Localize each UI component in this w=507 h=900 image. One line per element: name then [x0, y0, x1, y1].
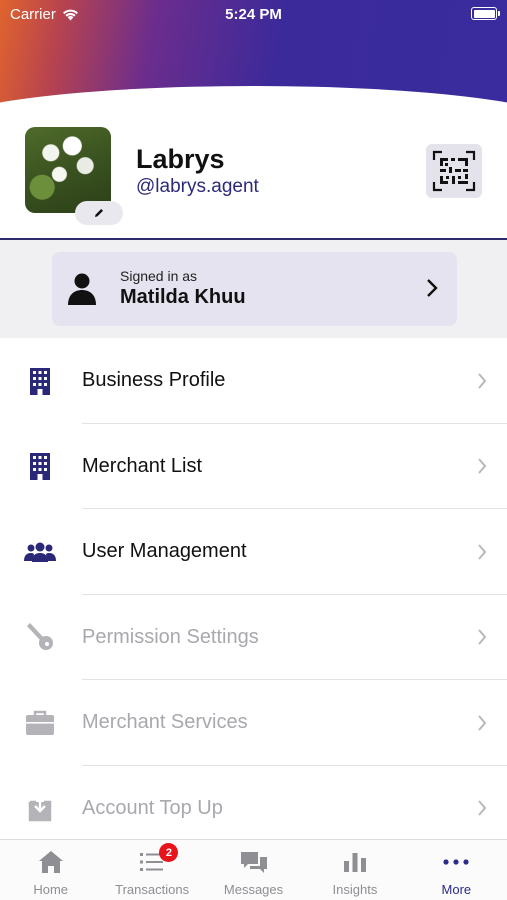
tab-bar: Home 2 Transactions Messages Insights Mo… — [0, 839, 507, 900]
tab-label: Insights — [332, 882, 378, 897]
menu-label: Merchant List — [82, 454, 203, 477]
signed-in-label: Signed in as — [120, 268, 198, 284]
signed-in-card[interactable]: Signed in as Matilda Khuu — [52, 252, 457, 326]
menu-item-permission-settings[interactable]: Permission Settings — [0, 595, 507, 681]
battery-icon — [471, 7, 500, 20]
signed-in-section: Signed in as Matilda Khuu — [0, 240, 507, 338]
tab-messages[interactable]: Messages — [203, 840, 304, 900]
tab-label: Home — [33, 882, 69, 897]
more-dots-icon — [441, 849, 471, 875]
menu-label: Merchant Services — [82, 711, 248, 734]
tab-transactions[interactable]: 2 Transactions — [101, 840, 202, 900]
tab-home[interactable]: Home — [0, 840, 101, 900]
menu-item-merchant-services[interactable]: Merchant Services — [0, 680, 507, 766]
chevron-right-icon — [478, 373, 487, 389]
tab-label: Transactions — [115, 882, 190, 897]
chevron-right-icon — [478, 800, 487, 816]
menu-item-merchant-list[interactable]: Merchant List — [0, 424, 507, 510]
status-bar: Carrier 5:24 PM — [0, 0, 507, 28]
profile-name: Labrys — [136, 144, 225, 174]
pencil-icon — [95, 209, 103, 217]
status-time: 5:24 PM — [225, 6, 282, 23]
home-icon — [36, 849, 66, 875]
chevron-right-icon — [478, 629, 487, 645]
tab-more[interactable]: More — [406, 840, 507, 900]
menu-label: User Management — [82, 540, 247, 563]
menu-item-user-management[interactable]: User Management — [0, 509, 507, 595]
settings-menu: Business Profile Merchant List User Mana… — [0, 338, 507, 851]
briefcase-icon — [24, 708, 56, 738]
download-box-icon — [24, 793, 56, 823]
profile-handle: @labrys.agent — [136, 176, 259, 197]
qr-code-button[interactable] — [426, 144, 482, 198]
qr-code-icon — [432, 150, 476, 192]
chevron-right-icon — [427, 279, 438, 297]
users-icon — [24, 537, 56, 567]
tab-label: More — [441, 882, 472, 897]
chat-bubbles-icon — [239, 849, 269, 875]
tab-insights[interactable]: Insights — [304, 840, 405, 900]
building-icon — [24, 366, 56, 396]
bar-chart-icon — [340, 849, 370, 875]
profile-header: Labrys @labrys.agent — [0, 112, 507, 240]
chevron-right-icon — [478, 458, 487, 474]
chevron-right-icon — [478, 715, 487, 731]
tab-label: Messages — [223, 882, 284, 897]
key-icon — [24, 622, 56, 652]
edit-avatar-button[interactable] — [75, 201, 123, 225]
menu-label: Permission Settings — [82, 625, 259, 648]
menu-label: Account Top Up — [82, 796, 223, 819]
person-icon — [68, 273, 96, 305]
building-icon — [24, 451, 56, 481]
notification-badge: 2 — [159, 843, 179, 862]
menu-item-business-profile[interactable]: Business Profile — [0, 338, 507, 424]
chevron-right-icon — [478, 544, 487, 560]
header-curve — [0, 86, 507, 112]
signed-in-user-name: Matilda Khuu — [120, 286, 246, 308]
menu-label: Business Profile — [82, 369, 226, 392]
